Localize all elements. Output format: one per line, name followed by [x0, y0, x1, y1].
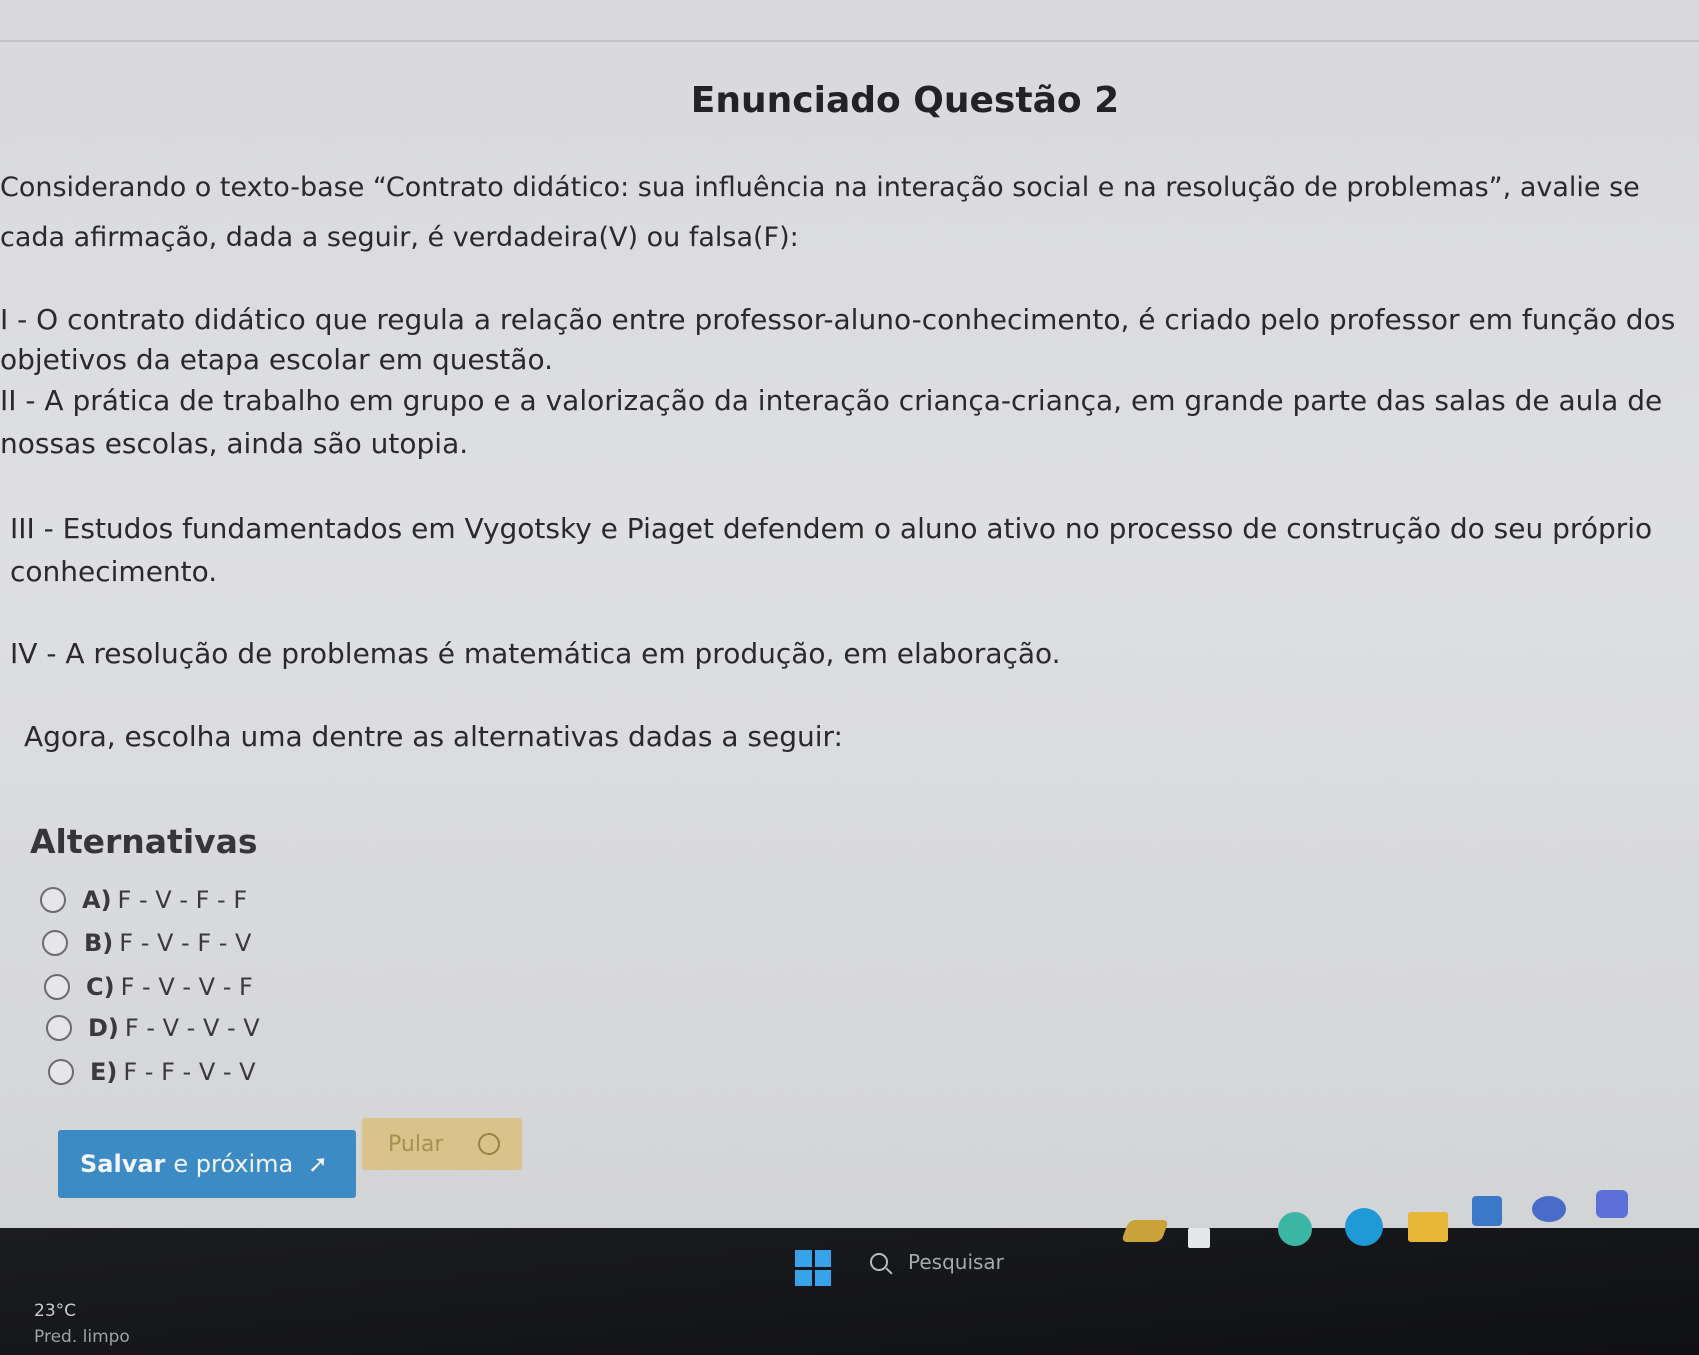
option-letter: B): [84, 929, 114, 957]
statement-2-line-1: II - A prática de trabalho em grupo e a …: [0, 384, 1663, 417]
next-label: e próxima: [173, 1150, 294, 1178]
windows-start-icon[interactable]: [795, 1250, 831, 1286]
option-letter: D): [88, 1014, 119, 1042]
intro-line-1: Considerando o texto-base “Contrato didá…: [0, 172, 1640, 203]
option-letter: C): [86, 973, 115, 1001]
option-text: F - V - V - V: [124, 1014, 260, 1042]
search-placeholder: Pesquisar: [908, 1250, 1004, 1274]
radio-button-d[interactable]: [46, 1015, 72, 1041]
option-e[interactable]: E) F - F - V - V: [48, 1058, 256, 1086]
intro-line-2: cada afirmação, dada a seguir, é verdade…: [0, 222, 799, 253]
top-divider: [0, 40, 1699, 42]
page-title: Enunciado Questão 2: [690, 80, 1120, 121]
radio-button-c[interactable]: [44, 974, 70, 1000]
alternatives-title: Alternativas: [30, 822, 258, 861]
option-b[interactable]: B) F - V - F - V: [42, 929, 251, 957]
teams-icon[interactable]: [1596, 1190, 1628, 1218]
statement-3-line-2: conhecimento.: [10, 555, 218, 588]
option-text: F - V - V - F: [120, 973, 253, 1001]
radio-button-a[interactable]: [40, 887, 66, 913]
folder-icon[interactable]: [1408, 1212, 1448, 1242]
option-text: F - V - F - V: [119, 929, 252, 957]
option-d[interactable]: D) F - V - V - V: [46, 1014, 260, 1042]
statement-3-line-1: III - Estudos fundamentados em Vygotsky …: [10, 512, 1653, 545]
option-text: F - F - V - V: [123, 1058, 256, 1086]
option-text: F - V - F - F: [117, 886, 248, 914]
statement-1-line-1: I - O contrato didático que regula a rel…: [0, 303, 1676, 336]
prompt-text: Agora, escolha uma dentre as alternativa…: [24, 720, 843, 753]
chrome-icon[interactable]: [1278, 1212, 1312, 1246]
radio-button-b[interactable]: [42, 930, 68, 956]
profile-icon[interactable]: [1532, 1196, 1566, 1222]
statement-1-line-2: objetivos da etapa escolar em questão.: [0, 343, 553, 376]
save-and-next-button[interactable]: Salvar e próxima ➚: [58, 1130, 356, 1198]
weather-temperature[interactable]: 23°C: [34, 1301, 76, 1321]
arrow-icon: ➚: [307, 1150, 328, 1178]
radio-button-e[interactable]: [48, 1059, 74, 1085]
option-c[interactable]: C) F - V - V - F: [44, 973, 253, 1001]
clock-icon: [478, 1133, 500, 1155]
store-icon[interactable]: [1472, 1196, 1502, 1226]
skip-label: Pular: [388, 1131, 444, 1157]
option-letter: E): [90, 1058, 118, 1086]
statement-2-line-2: nossas escolas, ainda são utopia.: [0, 427, 469, 460]
taskbar: [0, 1228, 1699, 1355]
taskbar-search[interactable]: Pesquisar: [870, 1244, 1110, 1280]
question-page: Enunciado Questão 2 Considerando o texto…: [0, 0, 1699, 1230]
weather-description[interactable]: Pred. limpo: [34, 1327, 130, 1347]
search-icon: [870, 1253, 888, 1271]
option-a[interactable]: A) F - V - F - F: [40, 886, 247, 914]
app-icon-2[interactable]: [1188, 1228, 1210, 1248]
option-letter: A): [82, 886, 112, 914]
save-label: Salvar: [80, 1150, 166, 1178]
edge-icon[interactable]: [1345, 1208, 1383, 1246]
statement-4: IV - A resolução de problemas é matemáti…: [10, 637, 1061, 670]
skip-button[interactable]: Pular: [362, 1118, 522, 1170]
